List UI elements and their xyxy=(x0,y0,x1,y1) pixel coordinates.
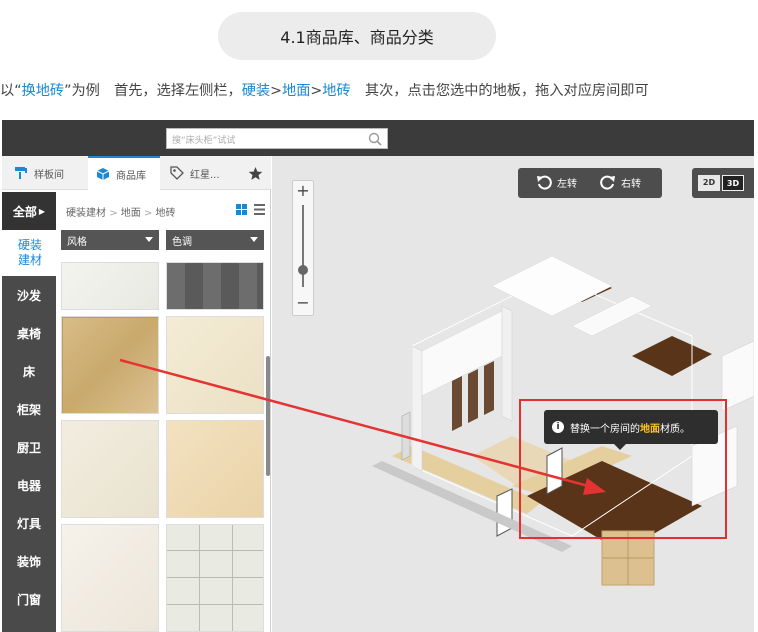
tooltip-text-before: 替换一个房间的 xyxy=(570,423,640,435)
panel-scrollbar[interactable] xyxy=(266,356,270,476)
instruction-text: 以“换地砖”为例 首先，选择左侧栏，硬装>地面>地砖 其次，点击您选中的地板，拖… xyxy=(0,80,758,102)
search-icon[interactable] xyxy=(367,131,383,147)
tooltip-text-after: 材质。 xyxy=(660,423,690,435)
breadcrumb-sep: > xyxy=(143,208,153,219)
view-toggle xyxy=(236,204,265,215)
caret-right-icon: ▶ xyxy=(38,206,46,216)
tab-sample-room[interactable]: 样板间 xyxy=(14,156,86,190)
product-tile[interactable] xyxy=(61,524,159,632)
category-lighting[interactable]: 灯具 xyxy=(2,504,56,542)
tab-brand[interactable]: 红星... xyxy=(170,156,238,190)
intro-text-3: 其次，点击您选中的地板，拖入对应房间即可 xyxy=(350,83,649,99)
intro-sep-1: > xyxy=(270,83,283,99)
left-panel: 样板间 商品库 红星... 全部 ▶ 硬装建材 沙发 桌椅 床 柜架 厨卫 电器… xyxy=(2,156,271,632)
tab-product-library-label: 商品库 xyxy=(116,170,146,182)
top-toolbar: 搜“床头柜”试试 xyxy=(2,120,754,156)
style-filter-label: 风格 xyxy=(67,237,87,248)
app-screenshot: 搜“床头柜”试试 样板间 商品库 红星... 全部 ▶ 硬装建材 沙发 桌椅 床… xyxy=(2,120,754,632)
intro-highlight-floor: 地面 xyxy=(282,83,311,99)
search-input[interactable]: 搜“床头柜”试试 xyxy=(166,128,388,149)
tab-brand-label: 红星... xyxy=(190,169,220,181)
category-appliance[interactable]: 电器 xyxy=(2,466,56,504)
breadcrumb-hard-materials[interactable]: 硬装建材 xyxy=(66,208,106,219)
intro-text-2: ”为例 首先，选择左侧栏， xyxy=(64,83,242,99)
design-canvas[interactable]: + − 左转 右转 2D 3D i 替换一个房间的 地面 材质。 xyxy=(272,156,754,632)
list-view-icon[interactable] xyxy=(254,204,265,215)
category-kitchen-bath[interactable]: 厨卫 xyxy=(2,428,56,466)
hint-tooltip: i 替换一个房间的 地面 材质。 xyxy=(544,410,718,450)
breadcrumb-floor-tile[interactable]: 地砖 xyxy=(156,208,176,219)
category-sidebar: 全部 ▶ 硬装建材 沙发 桌椅 床 柜架 厨卫 电器 灯具 装饰 门窗 xyxy=(2,192,58,632)
category-sofa[interactable]: 沙发 xyxy=(2,276,56,314)
product-tile[interactable] xyxy=(166,262,264,310)
color-filter-select[interactable]: 色调 xyxy=(166,230,264,250)
panel-tabs: 样板间 商品库 红星... xyxy=(2,156,271,190)
category-hard-materials-label: 硬装建材 xyxy=(17,238,42,267)
product-tile[interactable] xyxy=(166,420,264,518)
category-all[interactable]: 全部 ▶ xyxy=(2,192,56,230)
paint-roller-icon xyxy=(15,167,27,179)
info-icon: i xyxy=(552,421,564,433)
product-tile[interactable] xyxy=(166,524,264,632)
product-tile[interactable] xyxy=(61,262,159,310)
product-tile-selected[interactable] xyxy=(61,316,159,414)
breadcrumb-sep: > xyxy=(109,208,118,219)
intro-highlight-hard: 硬装 xyxy=(241,83,271,99)
cube-icon xyxy=(96,168,110,180)
search-placeholder: 搜“床头柜”试试 xyxy=(172,136,236,146)
breadcrumb-floor[interactable]: 地面 xyxy=(121,208,141,219)
product-tile[interactable] xyxy=(61,420,159,518)
tutorial-page: 4.1商品库、商品分类 以“换地砖”为例 首先，选择左侧栏，硬装>地面>地砖 其… xyxy=(0,0,758,632)
intro-highlight-tile: 换地砖 xyxy=(21,83,65,99)
color-filter-label: 色调 xyxy=(172,237,192,248)
category-bed[interactable]: 床 xyxy=(2,352,56,390)
star-icon[interactable] xyxy=(248,166,263,181)
intro-text-1: 以“ xyxy=(0,83,22,99)
floorplan-3d[interactable] xyxy=(272,156,754,632)
tooltip-highlight: 地面 xyxy=(640,423,660,435)
category-table-chair[interactable]: 桌椅 xyxy=(2,314,56,352)
intro-highlight-floor-tile: 地砖 xyxy=(322,83,351,99)
tab-sample-room-label: 样板间 xyxy=(34,169,64,181)
dropdown-arrow-icon xyxy=(250,237,258,242)
dropdown-arrow-icon xyxy=(145,237,153,242)
category-hard-materials[interactable]: 硬装建材 xyxy=(2,230,58,276)
category-all-label: 全部 xyxy=(12,204,37,219)
tag-icon xyxy=(170,166,184,180)
intro-sep-2: > xyxy=(310,83,323,99)
category-decoration[interactable]: 装饰 xyxy=(2,542,56,580)
style-filter-select[interactable]: 风格 xyxy=(61,230,159,250)
grid-view-icon[interactable] xyxy=(236,204,247,215)
breadcrumb: 硬装建材 > 地面 > 地砖 xyxy=(66,204,176,219)
tab-product-library[interactable]: 商品库 xyxy=(88,156,160,190)
category-door-window[interactable]: 门窗 xyxy=(2,580,56,618)
section-title: 4.1商品库、商品分类 xyxy=(218,12,496,60)
product-tile[interactable] xyxy=(166,316,264,414)
category-cabinet[interactable]: 柜架 xyxy=(2,390,56,428)
